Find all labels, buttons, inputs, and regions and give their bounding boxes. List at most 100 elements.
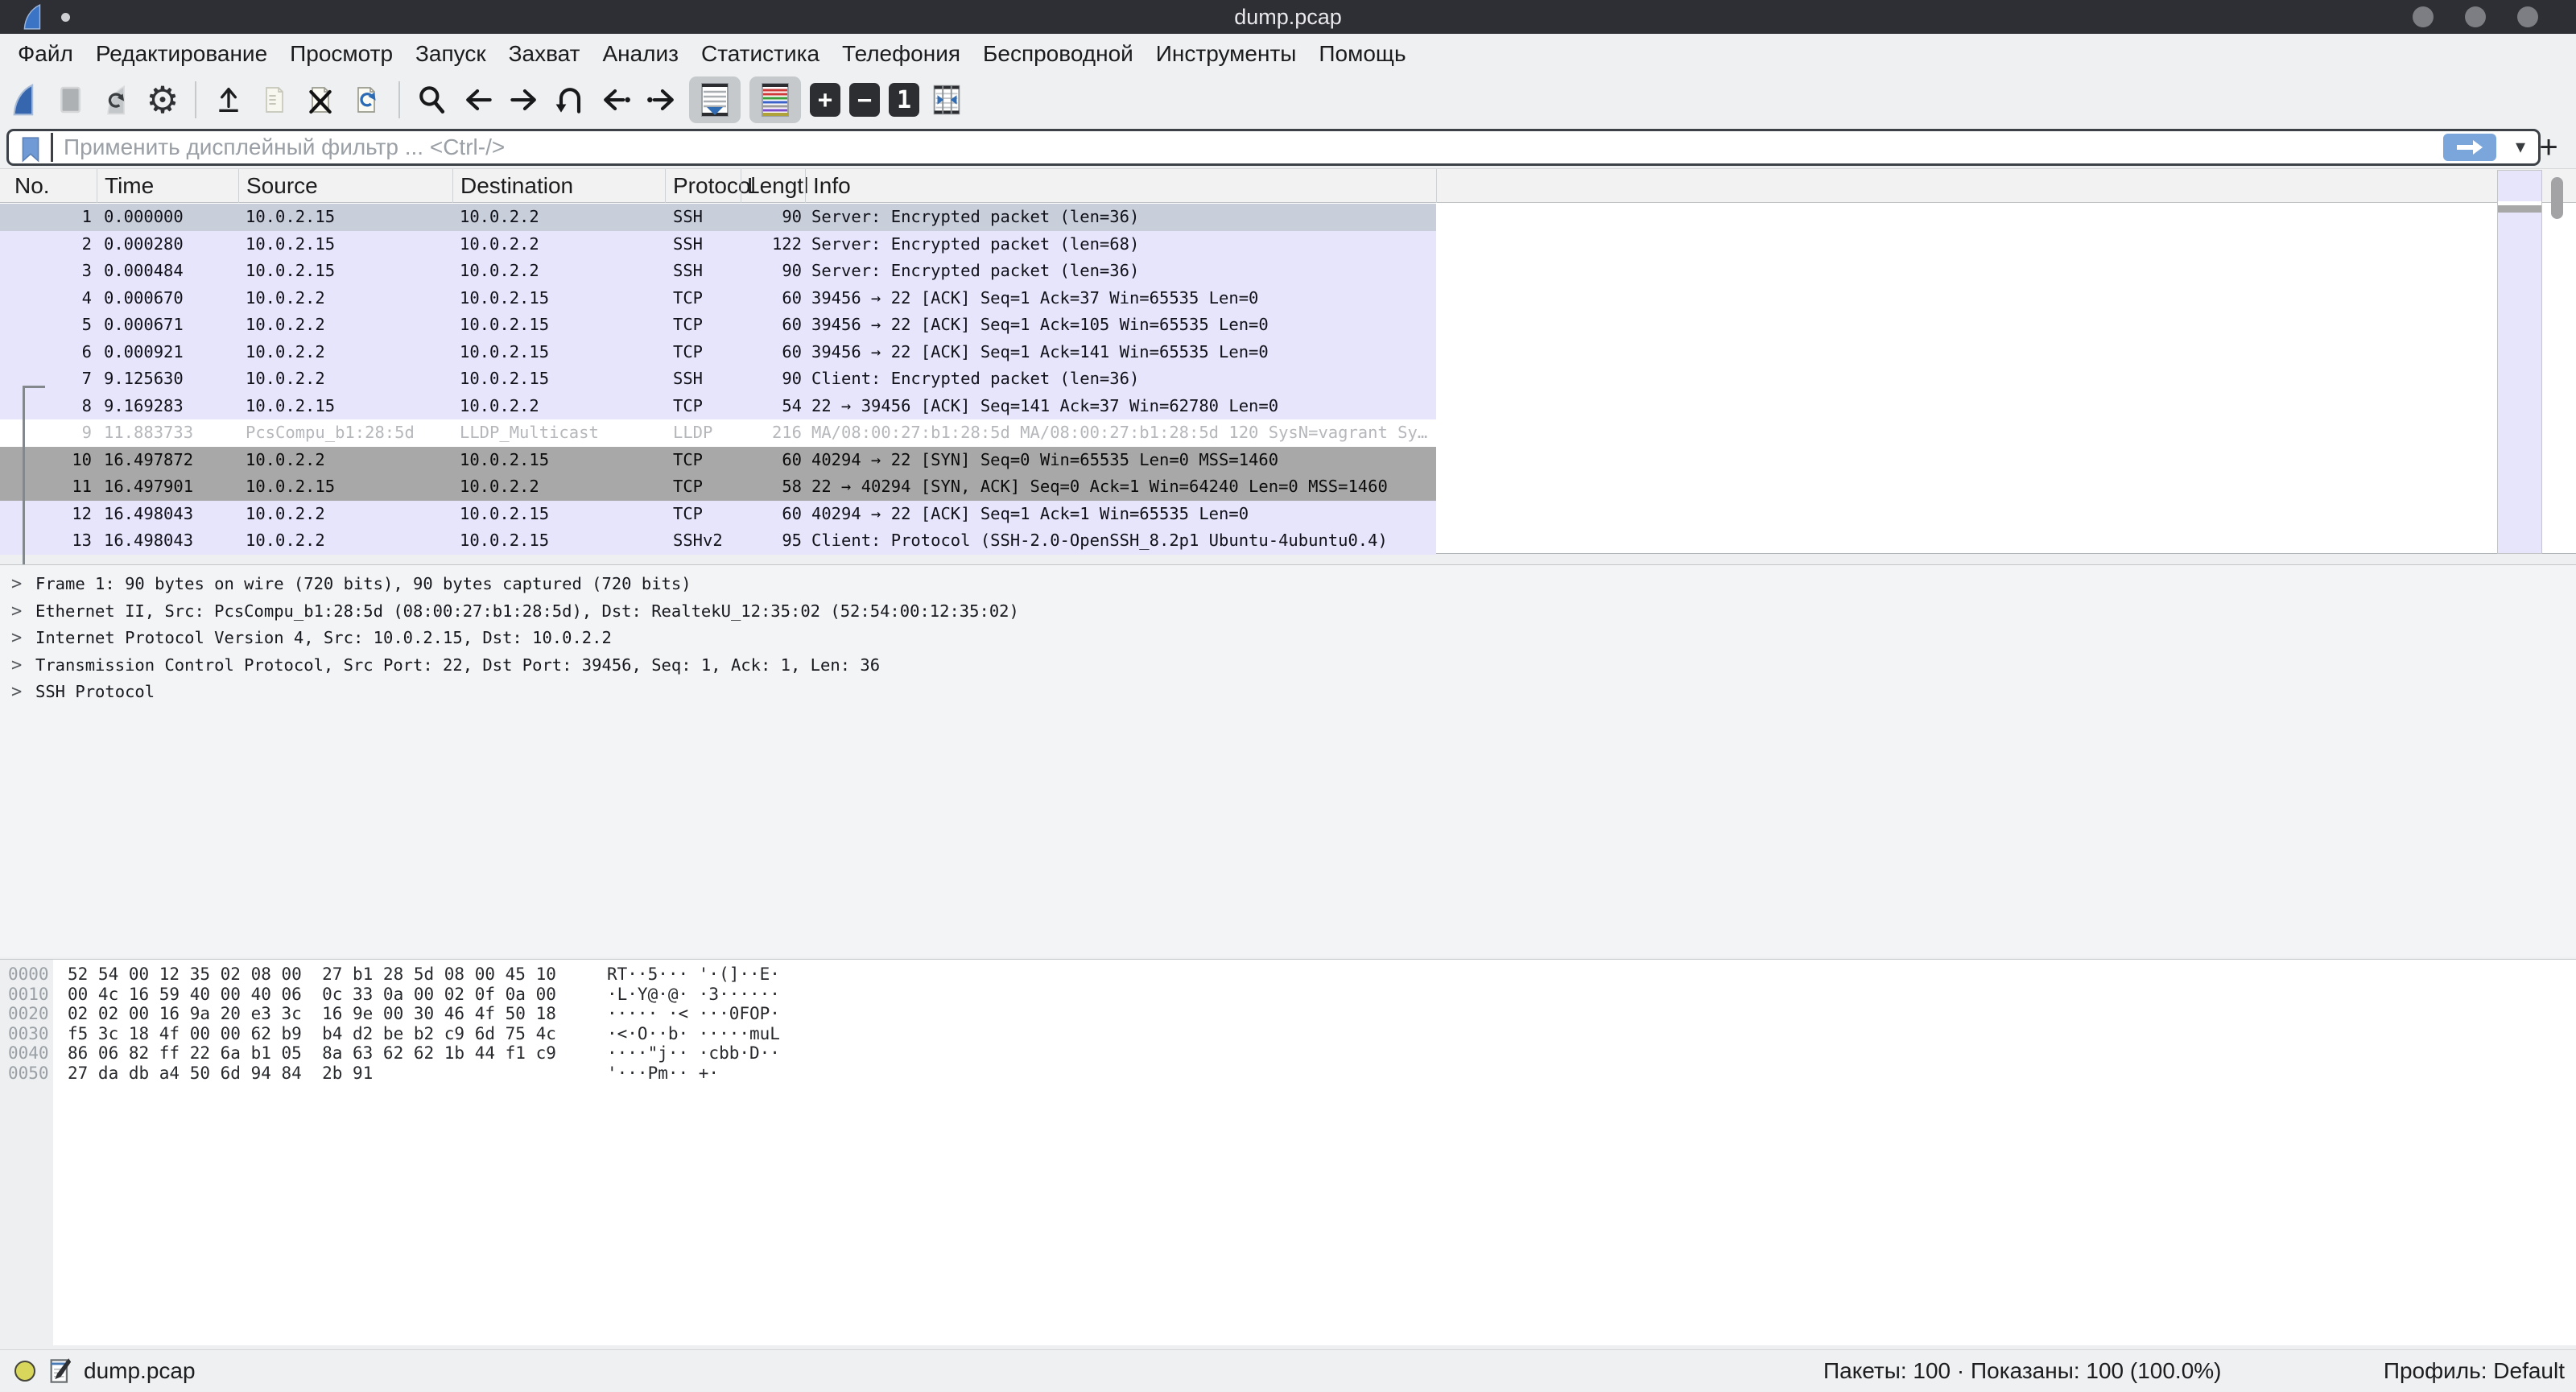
expander-icon[interactable]: > [11,679,22,706]
zoom-100-button[interactable]: 1 [889,83,919,117]
packet-cell: 8 [0,393,92,420]
packet-cell: 60 [742,501,802,528]
menu-item[interactable]: Инструменты [1145,34,1308,74]
menu-item[interactable]: Редактирование [85,34,279,74]
go-forward-button[interactable] [506,77,543,122]
packet-details-pane: >Frame 1: 90 bytes on wire (720 bits), 9… [0,564,2576,957]
add-filter-button[interactable]: + [2533,129,2565,166]
column-header[interactable]: Destination [460,169,573,203]
menu-item[interactable]: Статистика [690,34,831,74]
column-separator[interactable] [805,169,806,203]
menu-item[interactable]: Беспроводной [972,34,1145,74]
detail-row[interactable]: >Transmission Control Protocol, Src Port… [0,652,2576,679]
find-packet-icon[interactable] [414,77,451,122]
packet-row[interactable]: 20.00028010.0.2.1510.0.2.2SSH122Server: … [0,231,1436,258]
packet-row[interactable]: 911.883733PcsCompu_b1:28:5dLLDP_Multicas… [0,419,1436,447]
menu-item[interactable]: Анализ [591,34,690,74]
zoom-in-button[interactable]: + [810,83,840,117]
restart-capture-button[interactable] [98,77,135,122]
expander-icon[interactable]: > [11,598,22,626]
detail-row[interactable]: >Internet Protocol Version 4, Src: 10.0.… [0,625,2576,652]
column-separator[interactable] [1436,169,1437,203]
status-profile[interactable]: Профиль: Default [2384,1350,2565,1392]
menu-item[interactable]: Телефония [831,34,972,74]
column-separator[interactable] [665,169,666,203]
packet-row[interactable]: 40.00067010.0.2.210.0.2.15TCP6039456 → 2… [0,285,1436,312]
detail-row[interactable]: >Frame 1: 90 bytes on wire (720 bits), 9… [0,571,2576,598]
packet-row[interactable]: 50.00067110.0.2.210.0.2.15TCP6039456 → 2… [0,312,1436,339]
packet-row[interactable]: 1316.49804310.0.2.210.0.2.15SSHv295Clien… [0,527,1436,555]
resize-columns-button[interactable] [928,77,965,122]
menu-item[interactable]: Запуск [404,34,497,74]
expert-info-icon[interactable] [14,1361,35,1382]
display-filter-input[interactable]: Применить дисплейный фильтр ... <Ctrl-/>… [6,129,2541,166]
expander-icon[interactable]: > [11,625,22,652]
hex-offset: 0040 [8,1043,49,1064]
hex-offset: 0000 [8,964,49,985]
go-to-packet-button[interactable] [551,77,588,122]
window-minimize-button[interactable] [2413,6,2434,27]
packet-cell: Server: Encrypted packet (len=36) [811,204,1438,231]
go-back-button[interactable] [460,77,497,122]
packet-cell: 216 [742,419,802,447]
hex-row[interactable]: 004086 06 82 ff 22 6a b1 05 8a 63 62 62 … [0,1043,2576,1064]
packet-cell: 10.0.2.15 [460,339,667,366]
menu-item[interactable]: Файл [6,34,85,74]
column-header[interactable]: Info [813,169,851,203]
open-file-button[interactable] [210,77,247,122]
column-separator[interactable] [452,169,453,203]
packet-row[interactable]: 60.00092110.0.2.210.0.2.15TCP6039456 → 2… [0,339,1436,366]
close-file-button[interactable] [302,77,339,122]
capture-options-gear-icon[interactable]: ⚙ [144,77,181,122]
go-last-packet-button[interactable] [643,77,680,122]
start-capture-button[interactable] [6,77,43,122]
colorize-toggle[interactable] [749,76,801,123]
window-maximize-button[interactable] [2465,6,2486,27]
packet-row[interactable]: 1116.49790110.0.2.1510.0.2.2TCP5822 → 40… [0,473,1436,501]
stop-capture-button[interactable] [52,77,89,122]
filter-bookmark-icon[interactable] [17,136,44,163]
hex-row[interactable]: 001000 4c 16 59 40 00 40 06 0c 33 0a 00 … [0,985,2576,1005]
column-header[interactable]: Source [246,169,318,203]
packet-cell: 10.0.2.2 [460,473,667,501]
intelligent-scrollbar-minimap[interactable] [2497,170,2542,554]
apply-filter-button[interactable] [2443,134,2496,161]
column-header[interactable]: Protocol [673,169,756,203]
hex-row[interactable]: 000052 54 00 12 35 02 08 00 27 b1 28 5d … [0,964,2576,985]
menu-item[interactable]: Захват [497,34,592,74]
packet-cell: 10.0.2.15 [460,366,667,393]
packet-cell: 10.0.2.15 [246,258,455,285]
packet-row[interactable]: 79.12563010.0.2.210.0.2.15SSH90Client: E… [0,366,1436,393]
reload-file-button[interactable] [348,77,385,122]
column-separator[interactable] [238,169,239,203]
packet-cell: 10.0.2.2 [246,312,455,339]
filter-dropdown-caret[interactable]: ▾ [2516,131,2525,163]
expander-icon[interactable]: > [11,652,22,679]
menu-item[interactable]: Помощь [1307,34,1417,74]
hex-row[interactable]: 002002 02 00 16 9a 20 e3 3c 16 9e 00 30 … [0,1004,2576,1024]
detail-row[interactable]: >Ethernet II, Src: PcsCompu_b1:28:5d (08… [0,598,2576,626]
vertical-scrollbar-thumb[interactable] [2551,177,2563,219]
column-header[interactable]: Lengtl [747,169,808,203]
hex-row[interactable]: 005027 da db a4 50 6d 94 84 2b 91'···Pm·… [0,1064,2576,1084]
packet-cell: TCP [673,473,741,501]
go-first-packet-button[interactable] [597,77,634,122]
minimap-segment [2498,213,2541,553]
zoom-out-button[interactable]: − [849,83,880,117]
expander-icon[interactable]: > [11,571,22,598]
packet-row[interactable]: 89.16928310.0.2.1510.0.2.2TCP5422 → 3945… [0,393,1436,420]
hex-offset: 0030 [8,1024,49,1044]
hex-row[interactable]: 0030f5 3c 18 4f 00 00 62 b9 b4 d2 be b2 … [0,1024,2576,1044]
column-header[interactable]: No. [14,169,50,203]
auto-scroll-toggle[interactable] [689,76,741,123]
window-close-button[interactable] [2517,6,2538,27]
save-file-button[interactable] [256,77,293,122]
packet-row[interactable]: 30.00048410.0.2.1510.0.2.2SSH90Server: E… [0,258,1436,285]
capture-comment-icon[interactable] [48,1357,72,1385]
packet-row[interactable]: 1016.49787210.0.2.210.0.2.15TCP6040294 →… [0,447,1436,474]
packet-row[interactable]: 1216.49804310.0.2.210.0.2.15TCP6040294 →… [0,501,1436,528]
detail-row[interactable]: >SSH Protocol [0,679,2576,706]
menu-item[interactable]: Просмотр [279,34,404,74]
column-header[interactable]: Time [105,169,154,203]
packet-row[interactable]: 10.00000010.0.2.1510.0.2.2SSH90Server: E… [0,204,1436,231]
